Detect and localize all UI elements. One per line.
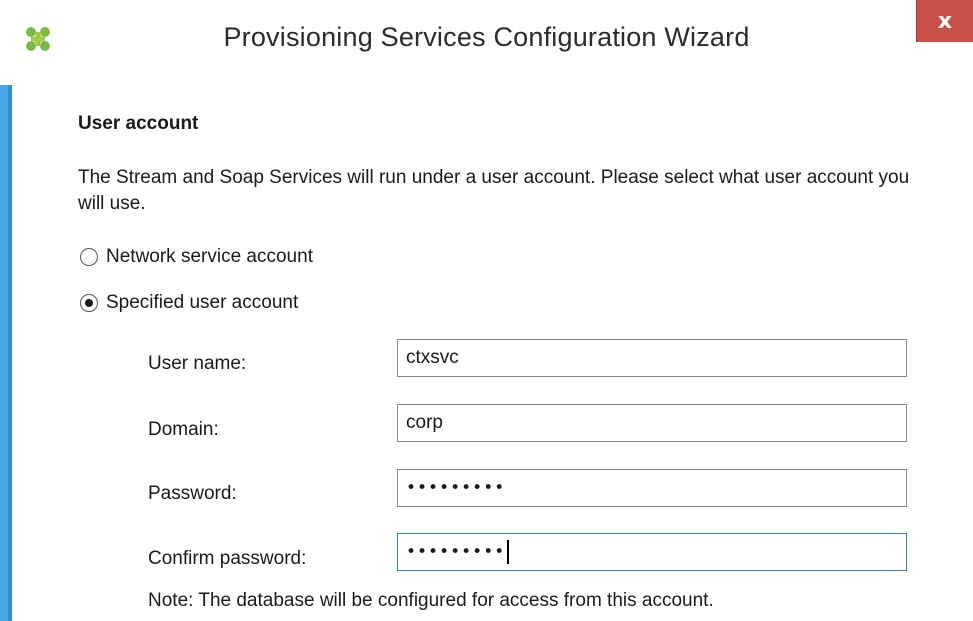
domain-value: corp [406, 412, 443, 433]
confirm-password-field[interactable]: ••••••••• [397, 533, 907, 571]
password-label: Password: [148, 483, 237, 504]
database-note: Note: The database will be configured fo… [148, 590, 714, 611]
section-heading: User account [78, 113, 199, 134]
radio-unchecked-icon[interactable] [80, 248, 98, 266]
radio-network-service-account[interactable]: Network service account [80, 244, 313, 270]
radio-label[interactable]: Network service account [106, 246, 313, 268]
radio-label[interactable]: Specified user account [106, 292, 298, 314]
close-icon: x [937, 8, 953, 34]
window-title: Provisioning Services Configuration Wiza… [223, 22, 750, 52]
domain-label: Domain: [148, 419, 219, 440]
domain-field[interactable]: corp [397, 404, 907, 442]
username-field[interactable]: ctxsvc [397, 339, 907, 377]
password-value: ••••••••• [406, 478, 506, 498]
section-description: The Stream and Soap Services will run un… [78, 167, 910, 214]
radio-specified-user-account[interactable]: Specified user account [80, 290, 298, 316]
username-label: User name: [148, 353, 247, 374]
text-caret [507, 540, 510, 564]
close-button[interactable]: x [916, 0, 973, 42]
radio-checked-icon[interactable] [80, 294, 98, 312]
username-value: ctxsvc [406, 347, 459, 368]
password-field[interactable]: ••••••••• [397, 469, 907, 507]
confirm-password-value: ••••••••• [406, 542, 506, 562]
title-bar[interactable]: Provisioning Services Configuration Wiza… [0, 0, 973, 85]
confirm-password-label: Confirm password: [148, 548, 307, 569]
